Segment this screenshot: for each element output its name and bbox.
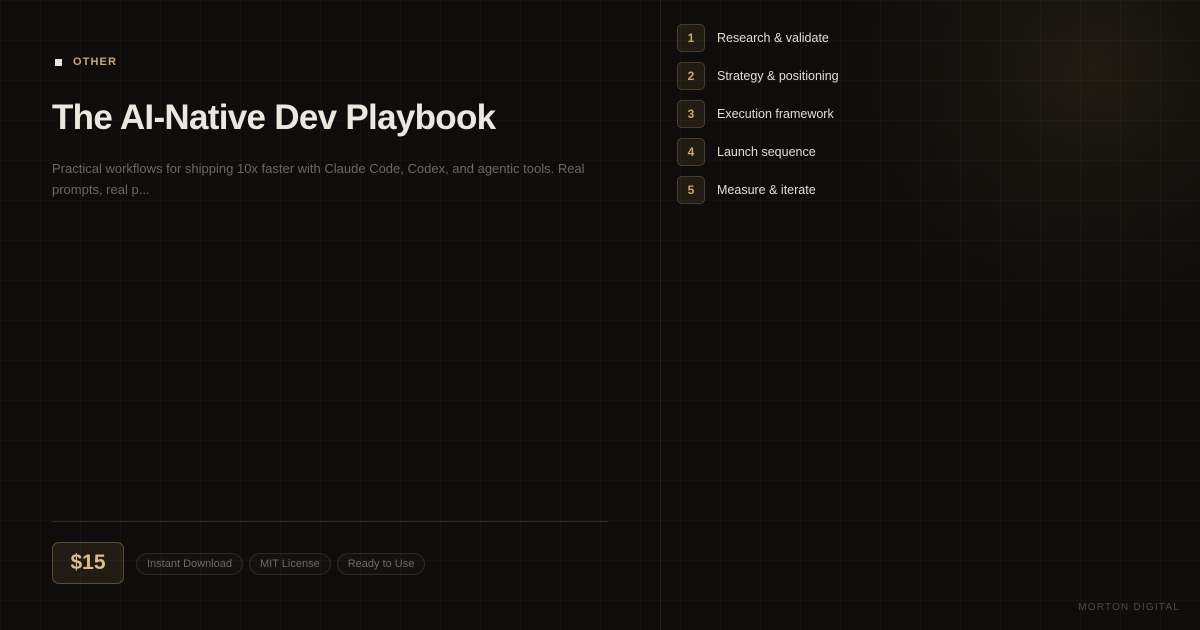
step-label: Strategy & positioning xyxy=(717,69,839,83)
step-number: 4 xyxy=(677,138,705,166)
product-title: The AI-Native Dev Playbook xyxy=(52,98,496,137)
step-number: 1 xyxy=(677,24,705,52)
step-item: 5 Measure & iterate xyxy=(677,176,839,204)
footer-divider xyxy=(52,521,608,522)
product-description: Practical workflows for shipping 10x fas… xyxy=(52,161,585,197)
step-label: Measure & iterate xyxy=(717,183,816,197)
product-card: OTHER The AI-Native Dev Playbook Practic… xyxy=(0,0,1200,630)
column-divider xyxy=(660,0,661,630)
step-number: 5 xyxy=(677,176,705,204)
step-item: 2 Strategy & positioning xyxy=(677,62,839,90)
step-label: Research & validate xyxy=(717,31,829,45)
step-label: Launch sequence xyxy=(717,145,816,159)
category-row: OTHER xyxy=(55,56,117,68)
step-item: 4 Launch sequence xyxy=(677,138,839,166)
tag-list: Instant Download MIT License Ready to Us… xyxy=(136,553,426,575)
price-badge: $15 xyxy=(52,542,124,584)
step-list: 1 Research & validate 2 Strategy & posit… xyxy=(677,24,839,214)
step-item: 3 Execution framework xyxy=(677,100,839,128)
step-label: Execution framework xyxy=(717,107,834,121)
category-label: OTHER xyxy=(73,56,117,68)
square-icon xyxy=(55,58,62,66)
tag-mit-license: MIT License xyxy=(249,553,331,575)
step-number: 2 xyxy=(677,62,705,90)
tag-instant-download: Instant Download xyxy=(136,553,243,575)
tag-ready-to-use: Ready to Use xyxy=(336,553,426,575)
brand-name: MORTON DIGITAL xyxy=(1078,602,1180,613)
step-number: 3 xyxy=(677,100,705,128)
step-item: 1 Research & validate xyxy=(677,24,839,52)
